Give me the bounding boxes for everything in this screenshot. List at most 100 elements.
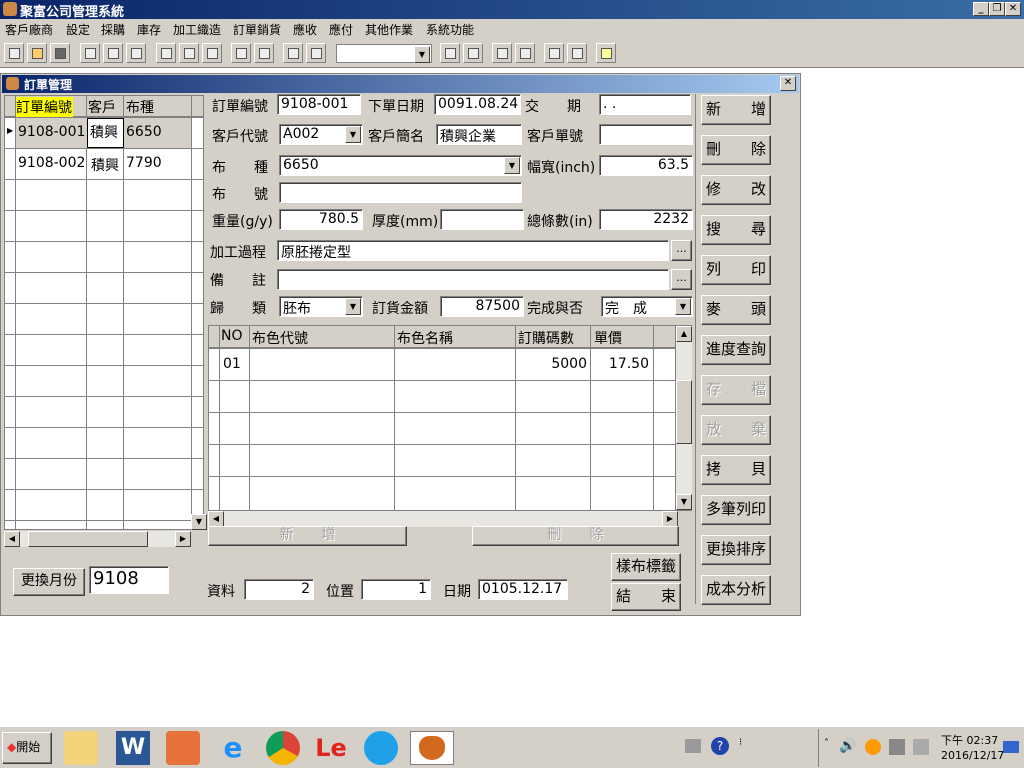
chevron-down-icon[interactable]: ▼ — [345, 298, 361, 315]
close-icon[interactable]: ✕ — [1005, 2, 1021, 16]
tools-icon[interactable] — [492, 43, 512, 63]
cost-analysis-button[interactable]: 成本分析 — [701, 575, 771, 605]
menu-other[interactable]: 其他作業 — [365, 21, 413, 38]
fabric-type-select[interactable]: 6650 ▼ — [279, 155, 522, 176]
save-button[interactable]: 存 檔 — [701, 375, 771, 405]
process-field[interactable]: 原胚捲定型 — [277, 240, 669, 261]
ime-menu-icon[interactable]: ⁝ — [739, 737, 742, 748]
chrome-icon[interactable] — [266, 731, 300, 765]
total-lines-field[interactable]: 2232 — [599, 209, 693, 230]
spell-check-icon[interactable] — [126, 43, 146, 63]
volume-icon[interactable]: 🔊 — [839, 738, 856, 754]
open-folder-icon[interactable] — [27, 43, 47, 63]
cloth-no-field[interactable] — [279, 182, 522, 203]
change-month-button[interactable]: 更換月份 — [13, 568, 85, 596]
col-quantity[interactable]: 訂購碼數 — [518, 328, 574, 348]
new-file-icon[interactable] — [4, 43, 24, 63]
batch-print-button[interactable]: 多筆列印 — [701, 495, 771, 525]
thickness-field[interactable] — [440, 209, 524, 230]
weight-field[interactable]: 780.5 — [279, 209, 363, 230]
toolbar-combo[interactable]: ▼ — [336, 44, 432, 63]
done-select[interactable]: 完 成 ▼ — [601, 296, 693, 317]
sample-label-button[interactable]: 樣布標籤 — [611, 553, 681, 581]
print-preview-icon[interactable] — [103, 43, 123, 63]
letv-icon[interactable]: Le — [314, 731, 348, 765]
scroll-thumb[interactable] — [676, 380, 692, 444]
shipping-mark-button[interactable]: 麥 頭 — [701, 295, 771, 325]
cancel-button[interactable]: 放 棄 — [701, 415, 771, 445]
customer-name-field[interactable]: 積興企業 — [436, 124, 522, 145]
active-app-fox-icon[interactable] — [410, 731, 454, 765]
menu-payable[interactable]: 應付 — [329, 21, 353, 38]
row-customer[interactable]: 積興 — [87, 118, 124, 148]
search-button[interactable]: 搜 尋 — [701, 215, 771, 245]
print-button[interactable]: 列 印 — [701, 255, 771, 285]
list-icon[interactable] — [544, 43, 564, 63]
delete-button[interactable]: 刪 除 — [701, 135, 771, 165]
edit-button[interactable]: 修 改 — [701, 175, 771, 205]
detail-add-button[interactable]: 新 增 — [208, 526, 407, 546]
detail-vscrollbar[interactable]: ▲ ▼ — [676, 326, 692, 510]
cut-icon[interactable] — [156, 43, 176, 63]
order-no-field[interactable]: 9108-001 — [277, 94, 361, 115]
col-color-code[interactable]: 布色代號 — [252, 328, 308, 348]
progress-query-button[interactable]: 進度查詢 — [701, 335, 771, 365]
row-order-no[interactable]: 9108-002 — [18, 155, 85, 171]
chevron-up-icon[interactable]: ˄ — [824, 738, 829, 749]
start-button[interactable]: ◆開始 — [2, 732, 52, 764]
edit-chart-icon[interactable] — [306, 43, 326, 63]
copy-icon[interactable] — [179, 43, 199, 63]
scroll-left-icon[interactable]: ◀ — [208, 511, 224, 527]
width-field[interactable]: 63.5 — [599, 155, 693, 176]
scroll-left-icon[interactable]: ◀ — [4, 531, 20, 547]
alert-icon[interactable] — [283, 43, 303, 63]
video-player-icon[interactable] — [364, 731, 398, 765]
detail-delete-button[interactable]: 刪 除 — [472, 526, 679, 546]
amount-field[interactable]: 87500 — [440, 296, 524, 317]
menu-processing[interactable]: 加工織造 — [173, 21, 221, 38]
minimize-icon[interactable]: _ — [973, 2, 989, 16]
undo-icon[interactable] — [231, 43, 251, 63]
col-customer[interactable]: 客戶 — [88, 97, 124, 117]
keyboard-icon[interactable] — [685, 739, 701, 753]
menu-system[interactable]: 系統功能 — [426, 21, 474, 38]
col-fabric[interactable]: 布種 — [126, 97, 154, 117]
scroll-right-icon[interactable]: ▶ — [175, 531, 191, 547]
customer-code-select[interactable]: A002 ▼ — [279, 124, 363, 145]
remark-browse-button[interactable]: ... — [671, 269, 692, 290]
print-icon[interactable] — [80, 43, 100, 63]
col-color-name[interactable]: 布色名稱 — [397, 328, 453, 348]
order-list-hscrollbar[interactable]: ◀ ▶ — [4, 531, 191, 547]
order-list-grid[interactable]: 訂單編號 客戶 布種 ▶ 9108-001 積興 6650 9108-002 積… — [4, 95, 207, 530]
month-field[interactable]: 9108 — [89, 566, 169, 594]
menu-inventory[interactable]: 庫存 — [137, 21, 161, 38]
chevron-down-icon[interactable]: ▼ — [345, 126, 361, 143]
process-browse-button[interactable]: ... — [671, 240, 692, 261]
paste-icon[interactable] — [202, 43, 222, 63]
chevron-down-icon[interactable]: ▼ — [504, 157, 520, 174]
form-icon[interactable] — [440, 43, 460, 63]
file-explorer-icon[interactable] — [64, 731, 98, 765]
scroll-right-icon[interactable]: ▶ — [662, 511, 678, 527]
save-disk-icon[interactable] — [50, 43, 70, 63]
scroll-thumb[interactable] — [28, 531, 148, 547]
col-price[interactable]: 單價 — [594, 328, 622, 348]
media-player-icon[interactable] — [166, 731, 200, 765]
order-date-field[interactable]: 0091.08.24 — [434, 94, 521, 115]
edit-icon[interactable] — [567, 43, 587, 63]
col-no[interactable]: NO — [221, 328, 243, 344]
add-button[interactable]: 新 增 — [701, 95, 771, 125]
end-button[interactable]: 結 束 — [611, 583, 681, 611]
category-select[interactable]: 胚布 ▼ — [279, 296, 363, 317]
antivirus-icon[interactable] — [865, 739, 881, 755]
change-sort-button[interactable]: 更換排序 — [701, 535, 771, 565]
show-desktop-icon[interactable] — [1003, 741, 1019, 753]
close-icon[interactable]: ✕ — [780, 76, 796, 91]
scroll-up-icon[interactable]: ▲ — [676, 326, 692, 342]
internet-explorer-icon[interactable]: e — [216, 731, 250, 765]
detail-hscrollbar[interactable]: ◀ ▶ — [208, 511, 678, 527]
network-icon[interactable] — [889, 739, 905, 755]
detail-grid[interactable]: NO 布色代號 布色名稱 訂購碼數 單價 01 5000 17.50 ▲ ▼ — [208, 325, 692, 511]
clock-time[interactable]: 下午 02:37 — [941, 732, 998, 748]
menu-settings[interactable]: 設定 — [66, 21, 90, 38]
